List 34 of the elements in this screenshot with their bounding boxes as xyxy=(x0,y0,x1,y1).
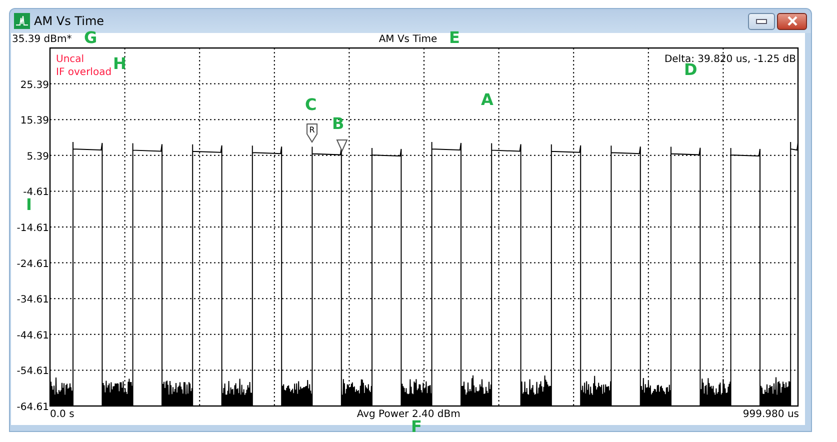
minimize-button[interactable] xyxy=(748,12,775,30)
marker-triangle-icon[interactable] xyxy=(336,140,348,152)
y-axis-label: -24.61 xyxy=(16,258,49,270)
callout-letter: A xyxy=(481,92,494,108)
start-time-label: 0.0 s xyxy=(50,409,74,420)
y-axis-label: -54.61 xyxy=(16,366,49,378)
callout-letter: G xyxy=(84,30,98,46)
y-axis-label: 25.39 xyxy=(20,80,49,91)
status-message: IF overload xyxy=(56,67,112,78)
y-axis-label: -4.61 xyxy=(23,187,49,198)
callout-letter: C xyxy=(305,97,317,113)
reference-marker[interactable]: R xyxy=(306,124,318,143)
chart-title: AM Vs Time xyxy=(378,33,438,47)
status-message: Uncal xyxy=(56,54,84,65)
callout-letter: H xyxy=(113,56,126,72)
stop-time-label: 999.980 us xyxy=(742,409,799,420)
y-axis-label: -14.61 xyxy=(16,223,49,234)
close-icon xyxy=(786,16,798,26)
callout-letter: D xyxy=(684,62,698,78)
y-axis-label: -34.61 xyxy=(16,294,49,306)
y-axis-label: 15.39 xyxy=(20,116,49,127)
callout-letter: E xyxy=(449,30,460,46)
callout-letter: B xyxy=(332,116,344,132)
close-button[interactable] xyxy=(777,12,807,30)
window-title: AM Vs Time xyxy=(34,14,104,28)
callout-letter: I xyxy=(26,197,32,213)
y-axis-label: -44.61 xyxy=(16,330,49,342)
minimize-icon xyxy=(756,18,767,24)
spectrum-icon xyxy=(14,13,30,29)
avg-power-label: Avg Power 2.40 dBm xyxy=(356,409,460,420)
reference-level-label: 35.39 dBm* xyxy=(12,33,72,47)
y-axis-label: -64.61 xyxy=(16,402,49,411)
callout-letter: F xyxy=(411,419,422,435)
y-axis-label: 5.39 xyxy=(26,151,49,162)
